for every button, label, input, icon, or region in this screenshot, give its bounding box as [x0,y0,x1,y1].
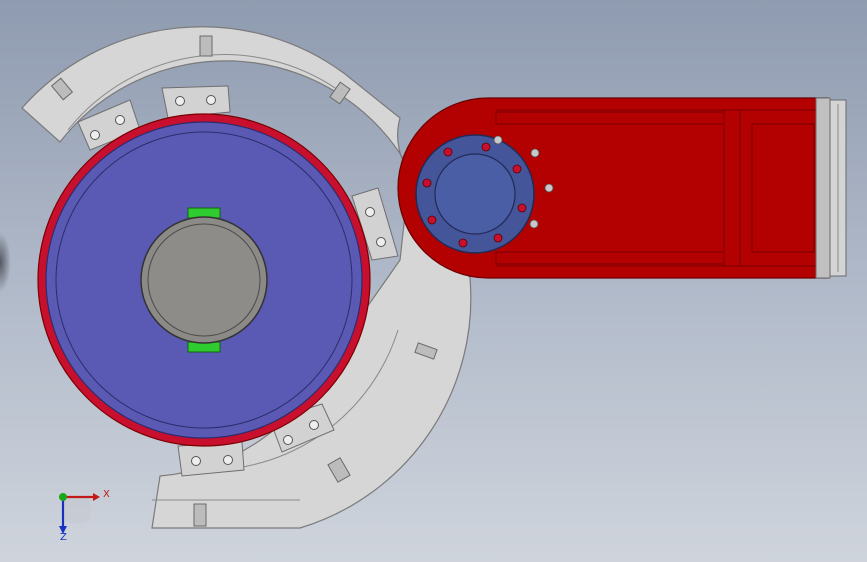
x-axis-label: X [103,489,110,500]
model-canvas[interactable]: X Z [0,0,867,562]
z-axis-label: Z [60,532,67,543]
arm-hub-flange[interactable] [415,134,535,254]
y-axis-dot [59,493,67,501]
cad-viewport[interactable]: X Z [0,0,867,562]
